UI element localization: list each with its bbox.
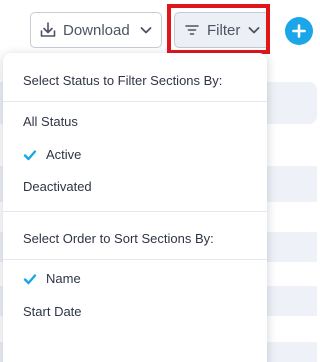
checkmark-icon xyxy=(23,148,37,162)
download-button[interactable]: Download xyxy=(30,12,162,48)
chevron-down-icon xyxy=(139,23,153,37)
plus-icon xyxy=(291,23,307,39)
status-filter-heading: Select Status to Filter Sections By: xyxy=(23,73,223,88)
download-icon xyxy=(38,20,58,40)
checkmark-icon xyxy=(23,272,37,286)
status-option-deactivated[interactable]: Deactivated xyxy=(23,179,92,194)
sort-option-label: Start Date xyxy=(23,304,82,319)
download-button-label: Download xyxy=(63,21,130,39)
status-option-label: Deactivated xyxy=(23,179,92,194)
add-section-button[interactable] xyxy=(285,17,313,45)
status-option-active[interactable]: Active xyxy=(23,147,81,162)
menu-divider xyxy=(3,211,267,212)
filter-dropdown-menu: Select Status to Filter Sections By: All… xyxy=(3,53,267,362)
sort-option-start-date[interactable]: Start Date xyxy=(23,304,82,319)
sort-option-name[interactable]: Name xyxy=(23,271,81,286)
highlight-box xyxy=(167,4,270,54)
status-option-label: Active xyxy=(46,147,82,162)
status-option-all[interactable]: All Status xyxy=(23,114,78,129)
menu-divider xyxy=(3,101,267,102)
app-stage: Download Filter Select Status to Filter … xyxy=(0,0,317,362)
menu-divider xyxy=(3,259,267,260)
sort-option-label: Name xyxy=(46,271,81,286)
status-option-label: All Status xyxy=(23,114,78,129)
sort-order-heading: Select Order to Sort Sections By: xyxy=(23,231,214,246)
